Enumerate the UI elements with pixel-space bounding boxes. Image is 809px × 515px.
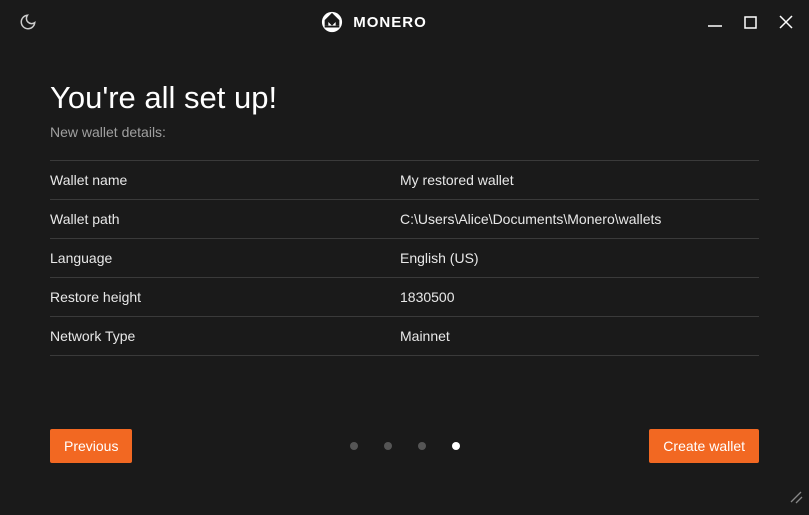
close-icon (779, 15, 793, 29)
detail-label: Language (50, 250, 400, 266)
detail-label: Restore height (50, 289, 400, 305)
close-button[interactable] (779, 15, 793, 29)
titlebar: MONERO (0, 0, 809, 44)
detail-value: My restored wallet (400, 172, 514, 188)
detail-value: 1830500 (400, 289, 455, 305)
detail-value: C:\Users\Alice\Documents\Monero\wallets (400, 211, 661, 227)
step-indicator (350, 442, 460, 450)
detail-label: Network Type (50, 328, 400, 344)
app-name: MONERO (353, 14, 427, 31)
page-subtitle: New wallet details: (50, 124, 759, 140)
window-controls (708, 15, 793, 29)
create-wallet-button[interactable]: Create wallet (649, 429, 759, 463)
detail-label: Wallet path (50, 211, 400, 227)
minimize-button[interactable] (708, 15, 722, 29)
detail-label: Wallet name (50, 172, 400, 188)
main-content: You're all set up! New wallet details: W… (0, 44, 809, 356)
maximize-button[interactable] (744, 16, 757, 29)
page-title: You're all set up! (50, 80, 759, 116)
maximize-icon (744, 16, 757, 29)
minimize-icon (708, 15, 722, 29)
theme-toggle-button[interactable] (16, 10, 40, 34)
resize-icon (789, 490, 803, 504)
detail-row: Wallet name My restored wallet (50, 160, 759, 200)
detail-row: Wallet path C:\Users\Alice\Documents\Mon… (50, 200, 759, 239)
footer: Previous Create wallet (50, 429, 759, 463)
step-dot[interactable] (350, 442, 358, 450)
moon-icon (19, 13, 37, 31)
step-dot[interactable] (418, 442, 426, 450)
titlebar-title: MONERO (40, 11, 708, 33)
detail-row: Language English (US) (50, 239, 759, 278)
step-dot-active[interactable] (452, 442, 460, 450)
detail-value: Mainnet (400, 328, 450, 344)
detail-row: Restore height 1830500 (50, 278, 759, 317)
monero-logo-icon (321, 11, 343, 33)
detail-value: English (US) (400, 250, 479, 266)
detail-row: Network Type Mainnet (50, 317, 759, 356)
resize-handle[interactable] (789, 490, 803, 509)
previous-button[interactable]: Previous (50, 429, 132, 463)
step-dot[interactable] (384, 442, 392, 450)
